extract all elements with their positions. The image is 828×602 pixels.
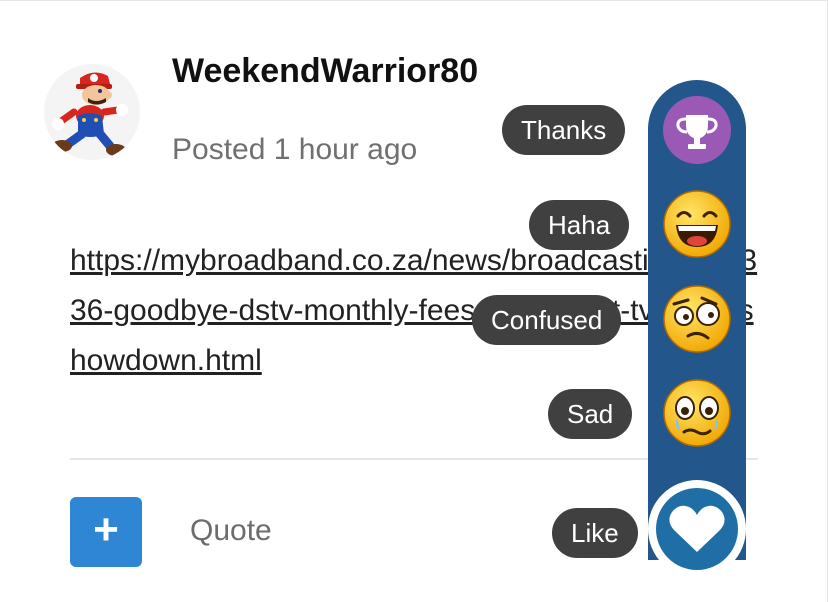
sad-face-icon[interactable] bbox=[662, 378, 732, 448]
reaction-label-confused[interactable]: Confused bbox=[472, 295, 622, 345]
trophy-icon[interactable] bbox=[662, 95, 732, 165]
multiquote-add-button[interactable]: + bbox=[70, 497, 142, 567]
reaction-label-thanks[interactable]: Thanks bbox=[502, 105, 626, 155]
like-button[interactable] bbox=[648, 480, 746, 578]
frame-border-top bbox=[0, 0, 828, 1]
avatar[interactable] bbox=[44, 64, 140, 160]
reaction-label-haha[interactable]: Haha bbox=[529, 200, 630, 250]
laughing-face-icon[interactable] bbox=[662, 189, 732, 259]
running-plumber-icon bbox=[52, 72, 128, 156]
confused-face-icon[interactable] bbox=[662, 284, 732, 354]
post-timestamp: Posted 1 hour ago bbox=[172, 133, 418, 166]
heart-icon bbox=[669, 505, 725, 552]
like-label[interactable]: Like bbox=[552, 508, 638, 558]
plus-icon: + bbox=[93, 505, 119, 554]
reaction-label-sad[interactable]: Sad bbox=[548, 389, 633, 439]
post-username[interactable]: WeekendWarrior80 bbox=[172, 52, 478, 91]
like-button-fill bbox=[656, 488, 738, 570]
quote-button[interactable]: Quote bbox=[190, 514, 272, 548]
